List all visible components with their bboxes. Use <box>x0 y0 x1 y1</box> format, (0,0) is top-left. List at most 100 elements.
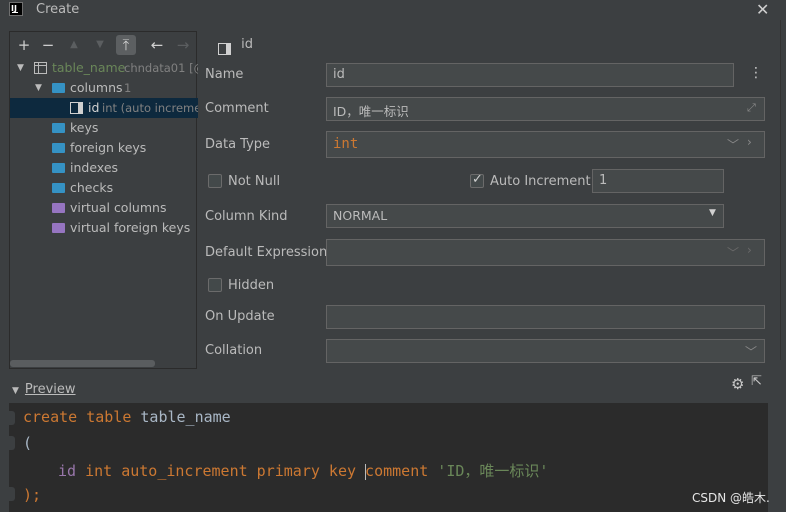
name-value: id <box>333 67 345 82</box>
gear-icon[interactable]: ⚙ <box>731 375 744 393</box>
remove-icon[interactable]: − <box>38 35 58 55</box>
collation-label: Collation <box>205 343 263 358</box>
code-line: ); <box>23 486 41 504</box>
columns-count: 1 <box>124 81 132 95</box>
sql-preview-editor[interactable]: create table table_name ( id int auto_in… <box>9 403 768 512</box>
not-null-checkbox[interactable] <box>208 174 222 188</box>
tree-item-checks[interactable]: checks <box>10 178 198 198</box>
chevron-down-icon[interactable]: ﹀ <box>727 244 739 261</box>
virtual-foreign-keys-label: virtual foreign keys <box>70 220 191 235</box>
auto-increment-checkbox[interactable] <box>470 172 484 188</box>
name-input[interactable]: id <box>326 63 734 87</box>
chevron-down-icon[interactable]: ﹀ <box>745 343 757 360</box>
code-line: create table table_name <box>23 408 231 426</box>
code-keyword: create table <box>23 408 132 426</box>
column-kind-select[interactable]: NORMAL ▼ <box>326 204 724 228</box>
tree-item-columns[interactable]: ▼ columns 1 <box>10 78 198 98</box>
window-title: Create <box>36 2 80 17</box>
code-punctuation: ); <box>23 486 42 504</box>
comment-input[interactable]: ID，唯一标识 ⤢ <box>326 97 765 121</box>
chevron-right-icon[interactable]: › <box>747 243 752 257</box>
collation-select[interactable]: ﹀ <box>326 339 765 363</box>
auto-increment-input[interactable]: 1 <box>592 169 724 193</box>
hidden-checkbox[interactable] <box>208 278 222 292</box>
column-kind-value: NORMAL <box>333 208 388 223</box>
code-line: ( <box>23 434 32 452</box>
folder-icon <box>52 223 65 233</box>
intellij-logo-icon: IJ <box>9 2 23 16</box>
column-icon <box>218 42 231 55</box>
pin-icon[interactable]: ⤒ <box>116 35 136 55</box>
move-down-icon[interactable]: ▼ <box>90 35 110 55</box>
more-options-icon[interactable]: ⋮ <box>749 65 763 81</box>
watermark: CSDN @皓木. <box>692 491 770 505</box>
chevron-down-icon[interactable]: ﹀ <box>727 136 739 153</box>
on-update-label: On Update <box>205 309 275 324</box>
checks-label: checks <box>70 180 114 195</box>
datatype-select[interactable]: int ﹀ › <box>326 131 765 158</box>
default-expression-input[interactable]: ﹀ › <box>326 239 765 266</box>
tree-item-virtual-foreign-keys[interactable]: virtual foreign keys <box>10 218 198 238</box>
table-name-label: table_name <box>52 60 126 75</box>
folder-icon <box>52 163 65 173</box>
datatype-value: int <box>333 136 359 152</box>
virtual-columns-label: virtual columns <box>70 200 167 215</box>
tree-item-table[interactable]: ▼ table_name chndata01 [@ <box>10 58 198 78</box>
auto-increment-label: Auto Increment <box>490 174 591 189</box>
add-icon[interactable]: + <box>14 35 34 55</box>
default-expression-label: Default Expression <box>205 245 328 260</box>
indexes-label: indexes <box>70 160 119 175</box>
expand-editor-icon[interactable]: ⤢ <box>747 101 756 115</box>
on-update-input[interactable] <box>326 305 765 329</box>
comment-label: Comment <box>205 101 269 116</box>
comment-value: ID，唯一标识 <box>333 104 409 119</box>
code-keyword: int auto_increment primary key <box>76 462 366 480</box>
column-header-label: id <box>241 37 254 52</box>
column-id-type: int (auto incremen <box>102 101 198 115</box>
structure-tree-panel: + − ▲ ▼ ⤒ ← → ▼ table_name chndata01 [@ … <box>9 31 198 369</box>
code-column: id <box>58 462 77 480</box>
tree-item-virtual-columns[interactable]: virtual columns <box>10 198 198 218</box>
foreign-keys-label: foreign keys <box>70 140 147 155</box>
gutter-marker <box>9 487 15 501</box>
table-schema-label: chndata01 [@ <box>124 61 198 75</box>
code-punctuation: ( <box>23 434 33 452</box>
chevron-down-icon[interactable]: ▼ <box>17 58 24 78</box>
tree-item-indexes[interactable]: indexes <box>10 158 198 178</box>
forward-arrow-icon[interactable]: → <box>173 35 193 55</box>
folder-icon <box>52 83 65 93</box>
column-kind-label: Column Kind <box>205 209 288 224</box>
chevron-down-icon[interactable]: ▼ <box>35 78 42 98</box>
tree-toolbar: + − ▲ ▼ ⤒ ← → <box>10 32 198 58</box>
chevron-right-icon[interactable]: › <box>747 135 752 149</box>
folder-icon <box>52 123 65 133</box>
open-in-editor-icon[interactable]: ⇱ <box>751 374 762 389</box>
tree-item-keys[interactable]: keys <box>10 118 198 138</box>
preview-title: Preview <box>24 382 76 397</box>
column-id-label: id <box>88 100 100 115</box>
datatype-label: Data Type <box>205 137 271 152</box>
title-bar: IJ Create ✕ <box>0 0 786 20</box>
tree-item-column-id[interactable]: id int (auto incremen <box>10 98 198 118</box>
code-string: 'ID，唯一标识' <box>428 462 549 480</box>
not-null-label: Not Null <box>228 174 281 189</box>
folder-icon <box>52 203 65 213</box>
move-up-icon[interactable]: ▲ <box>64 35 84 55</box>
code-keyword: comment <box>365 462 429 480</box>
folder-icon <box>52 143 65 153</box>
table-icon <box>34 62 47 74</box>
tree-item-foreign-keys[interactable]: foreign keys <box>10 138 198 158</box>
code-identifier: table_name <box>131 408 231 426</box>
keys-label: keys <box>70 120 99 135</box>
folder-icon <box>52 183 65 193</box>
columns-label: columns <box>70 80 123 95</box>
close-icon[interactable]: ✕ <box>756 0 769 19</box>
horizontal-scrollbar[interactable] <box>10 360 155 367</box>
gutter-marker <box>9 436 15 450</box>
preview-section-toggle[interactable]: ▼ Preview <box>12 382 76 397</box>
dropdown-arrow-icon[interactable]: ▼ <box>709 208 716 218</box>
code-line: id int auto_increment primary key commen… <box>58 460 548 481</box>
name-label: Name <box>205 67 244 82</box>
back-arrow-icon[interactable]: ← <box>147 35 167 55</box>
chevron-down-icon[interactable]: ▼ <box>12 386 19 396</box>
